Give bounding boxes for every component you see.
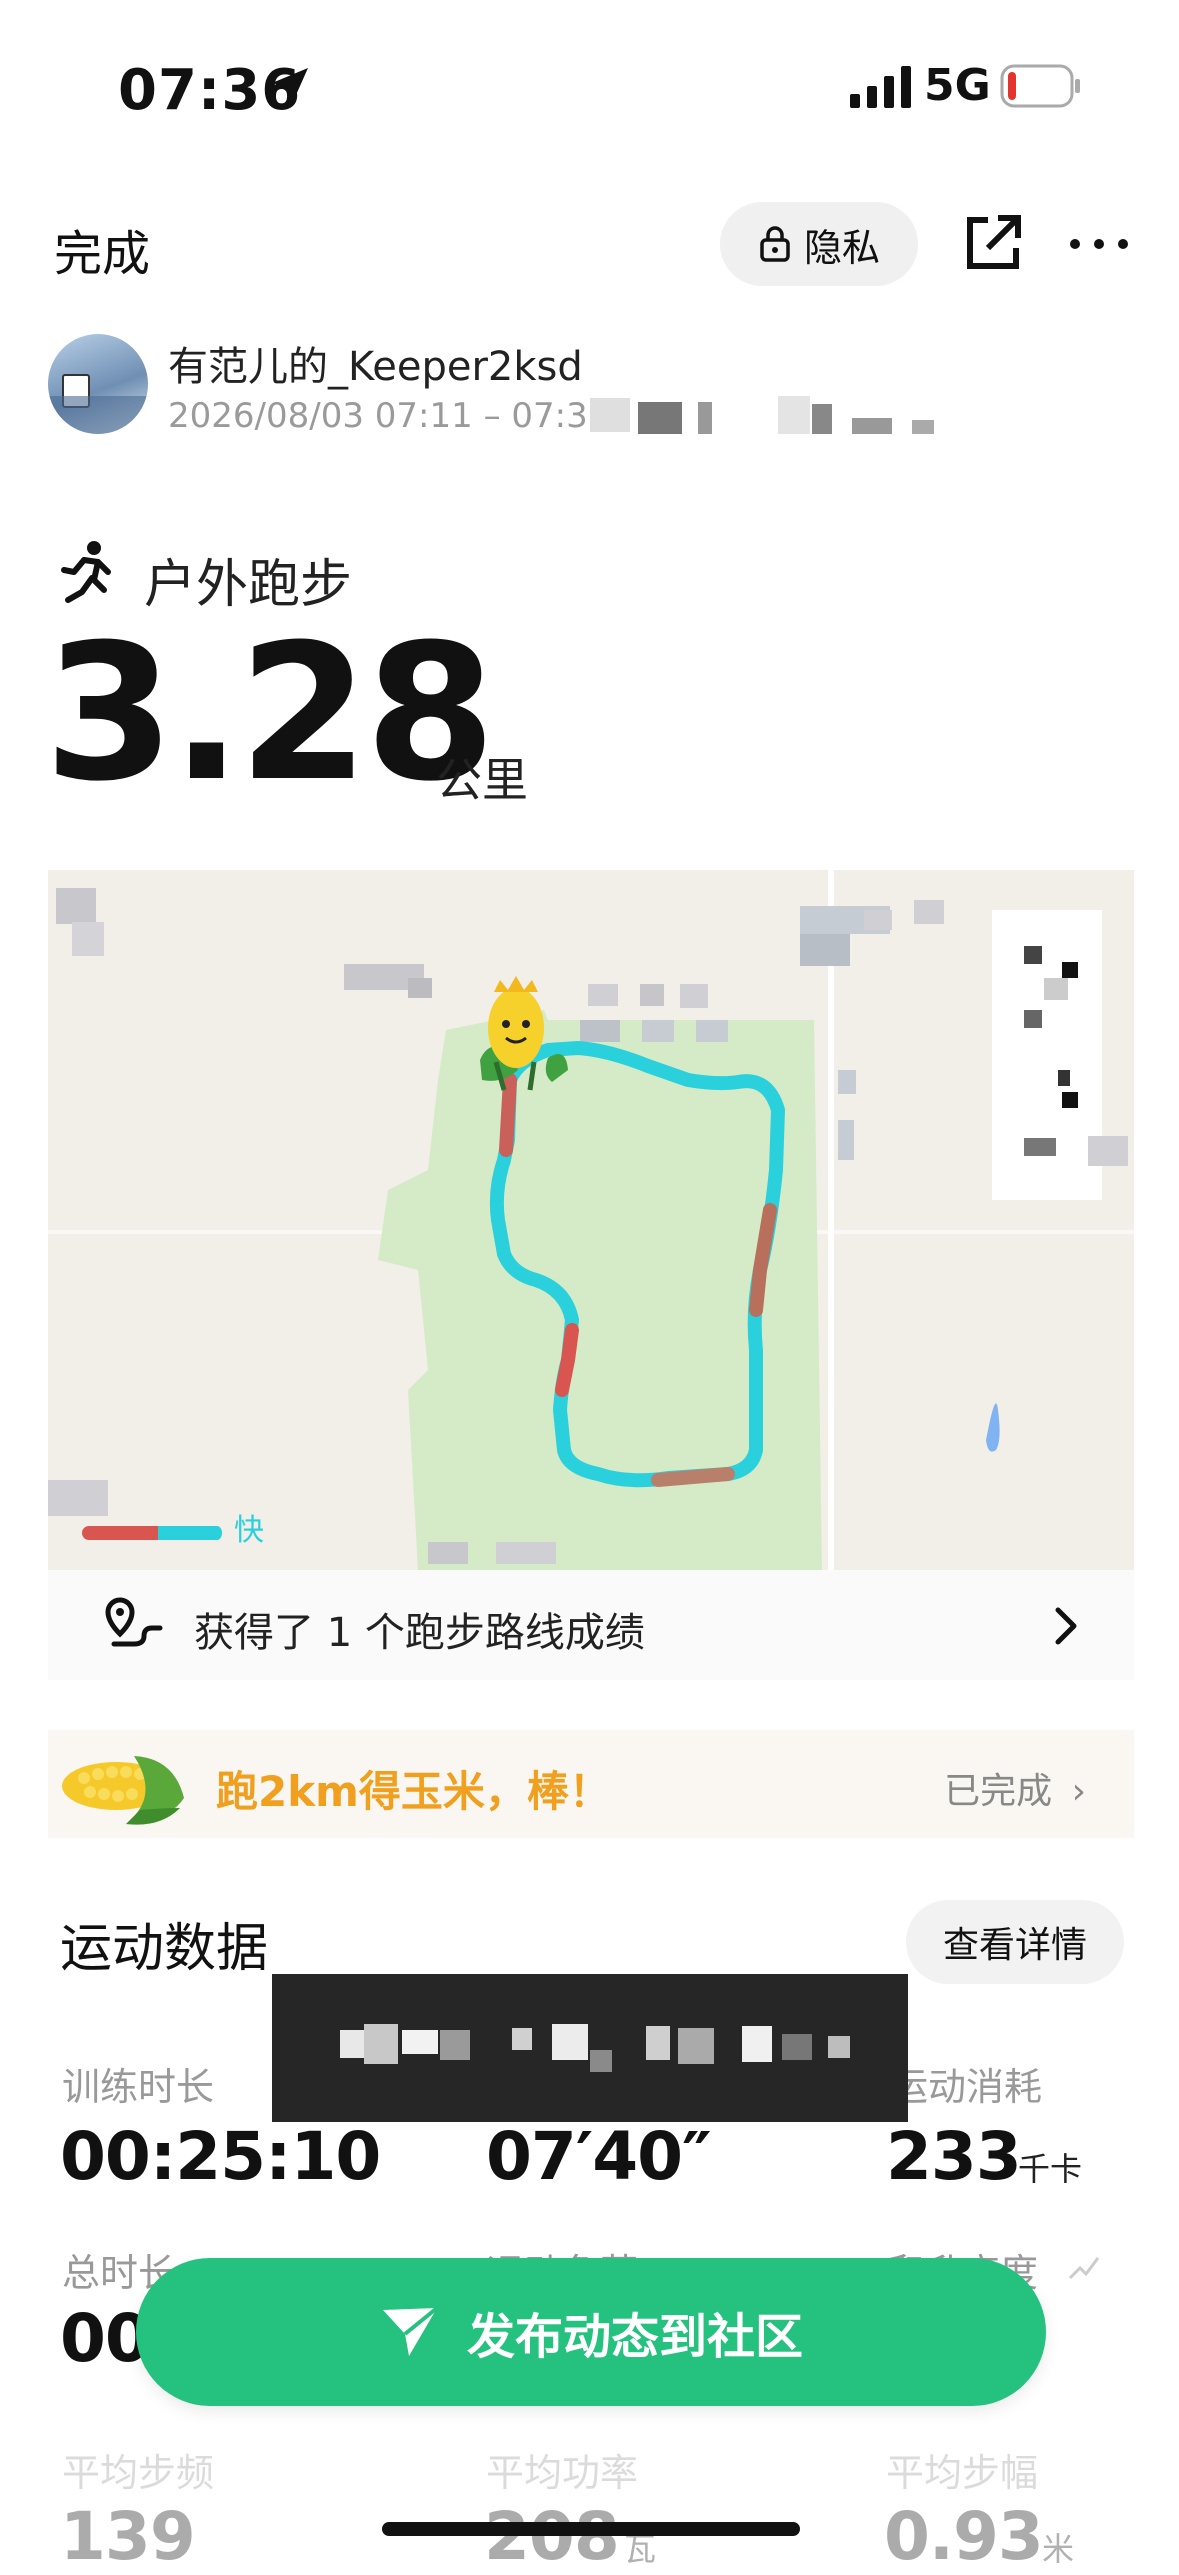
more-options-icon[interactable] — [1068, 222, 1130, 266]
stat-value: 00:25:10 — [60, 2118, 381, 2195]
stat-label: 平均步幅 — [886, 2451, 1039, 2495]
stat-value: 0.93 — [884, 2498, 1044, 2575]
lock-icon — [760, 226, 790, 262]
toast-message — [272, 1974, 908, 2122]
route-achievement-text: 获得了 1 个跑步路线成绩 — [194, 1610, 645, 1656]
network-type: 5G — [924, 60, 991, 111]
distance-value: 3.28 — [44, 604, 496, 823]
redacted-block — [560, 396, 940, 436]
route-pin-icon — [105, 1597, 163, 1647]
route-achievement-row[interactable]: 获得了 1 个跑步路线成绩 — [48, 1570, 1134, 1680]
stat-value: 208 — [484, 2498, 620, 2575]
share-external-icon[interactable] — [962, 212, 1024, 274]
route-map-canvas: 快 — [48, 870, 1134, 1570]
stat-label: 运动消耗 — [890, 2065, 1043, 2109]
task-text: 跑2km得玉米，棒！ — [216, 1767, 611, 1816]
done-button[interactable]: 完成 — [54, 214, 150, 284]
speed-legend — [82, 1526, 222, 1540]
stat-value: 07′40″ — [486, 2118, 712, 2195]
privacy-button[interactable]: 隐私 — [720, 202, 918, 286]
avatar[interactable] — [48, 334, 148, 434]
send-paper-plane-icon — [382, 2306, 439, 2356]
stat-unit: 米 — [1042, 2530, 1075, 2568]
distance-unit: 公里 — [436, 753, 528, 807]
post-button-label: 发布动态到社区 — [466, 2309, 803, 2365]
task-status: 已完成 › — [944, 1771, 1086, 1812]
stat-label: 训练时长 — [62, 2065, 215, 2109]
speed-legend-fast: 快 — [234, 1514, 264, 1547]
activity-datetime: 2026/08/03 07:11 – 07:3 — [168, 396, 588, 436]
chevron-right-icon — [1055, 1607, 1077, 1645]
corn-icon — [62, 1756, 184, 1825]
username: 有范儿的_Keeper2ksd — [168, 344, 583, 390]
battery-low-icon — [1000, 64, 1080, 108]
stat-label: 平均功率 — [486, 2451, 639, 2495]
stat-value: 139 — [60, 2498, 196, 2575]
stat-label: 平均步频 — [62, 2451, 215, 2495]
chevron-right-icon: › — [1071, 1771, 1086, 1812]
view-details-button[interactable]: 查看详情 — [906, 1900, 1124, 1984]
home-indicator[interactable] — [382, 2522, 800, 2536]
location-arrow-icon — [272, 68, 308, 104]
route-map[interactable]: 快 — [48, 870, 1134, 1570]
stat-unit: 千卡 — [1018, 2150, 1083, 2188]
cellular-signal-icon — [850, 66, 911, 108]
post-to-community-button[interactable]: 发布动态到社区 — [136, 2258, 1046, 2406]
running-person-icon — [61, 541, 111, 603]
privacy-label: 隐私 — [803, 225, 880, 270]
section-title: 运动数据 — [60, 1919, 269, 1979]
chart-signal-icon — [1068, 2257, 1100, 2280]
corn-task-row[interactable]: 跑2km得玉米，棒！ 已完成 › — [48, 1730, 1134, 1838]
stat-value: 233 — [886, 2118, 1022, 2195]
